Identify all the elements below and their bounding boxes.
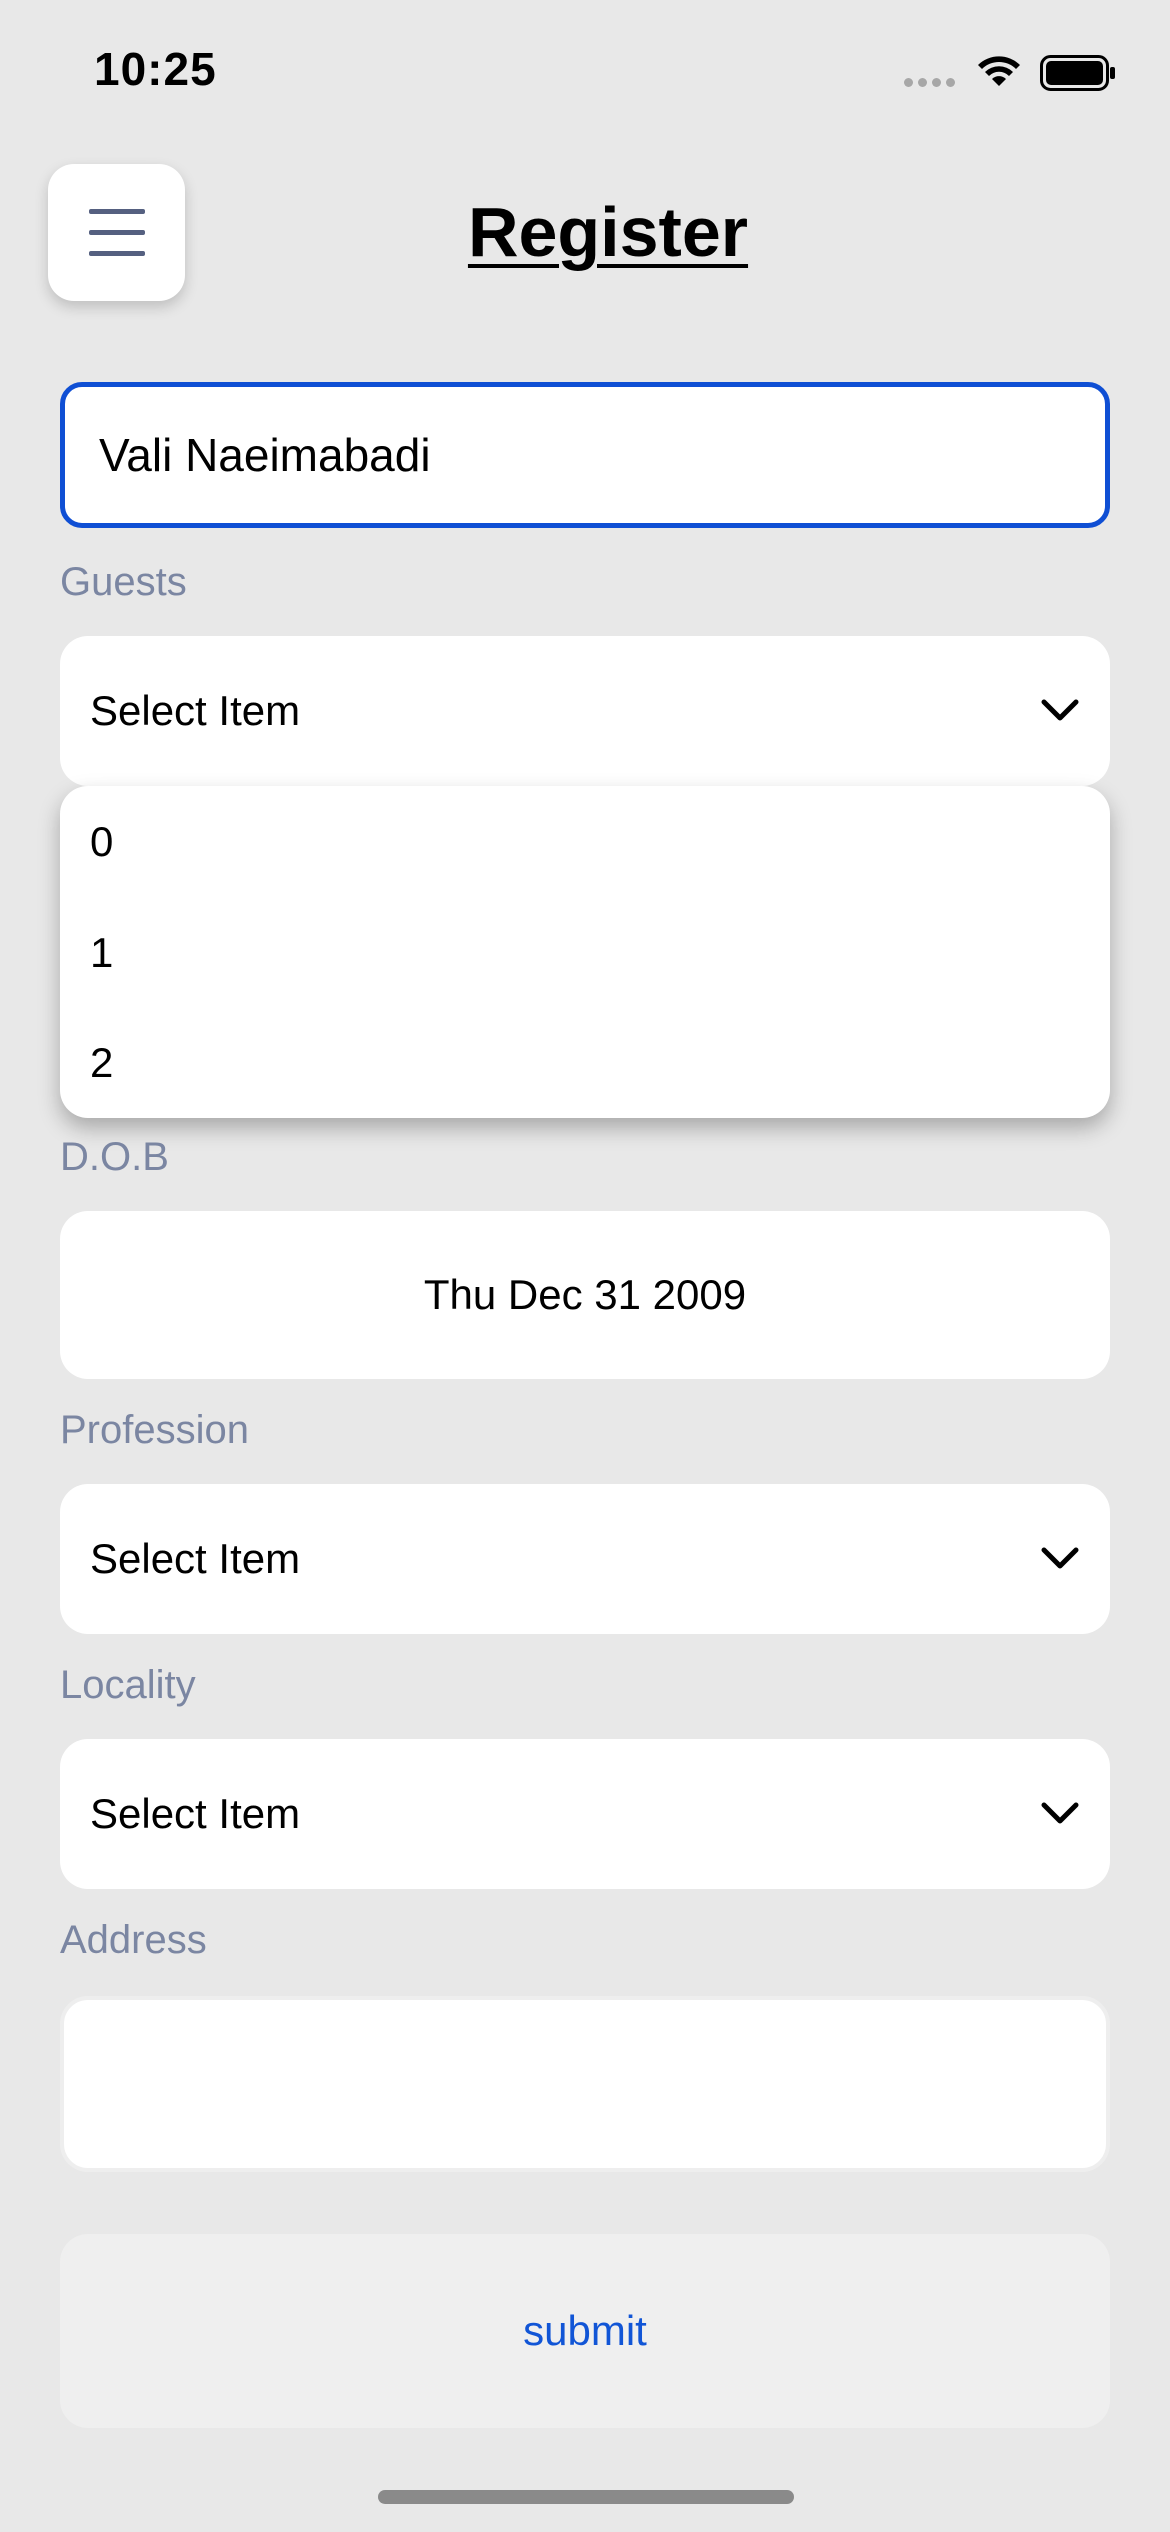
page-title: Register bbox=[467, 193, 749, 271]
chevron-down-icon bbox=[1041, 1547, 1079, 1569]
chevron-down-icon bbox=[1041, 699, 1079, 721]
submit-button[interactable]: submit bbox=[60, 2234, 1110, 2428]
home-indicator bbox=[378, 2490, 794, 2504]
chevron-down-icon bbox=[1041, 1802, 1079, 1824]
status-time: 10:25 bbox=[94, 43, 217, 95]
profession-select[interactable]: Select Item bbox=[60, 1484, 1110, 1634]
address-input[interactable] bbox=[60, 1996, 1110, 2172]
wifi-icon bbox=[978, 56, 1020, 86]
locality-select[interactable]: Select Item bbox=[60, 1739, 1110, 1889]
locality-select-value: Select Item bbox=[90, 1790, 301, 1837]
dob-value: Thu Dec 31 2009 bbox=[423, 1271, 747, 1318]
guests-select[interactable]: Select Item bbox=[60, 636, 1110, 786]
battery-icon bbox=[1040, 55, 1115, 91]
profession-select-value: Select Item bbox=[90, 1535, 301, 1582]
profession-label: Profession bbox=[60, 1408, 249, 1452]
submit-label: submit bbox=[523, 2307, 647, 2354]
dob-label: D.O.B bbox=[60, 1135, 169, 1179]
guests-select-value: Select Item bbox=[90, 687, 301, 734]
guests-label: Guests bbox=[60, 560, 187, 604]
address-label: Address bbox=[60, 1918, 207, 1962]
locality-label: Locality bbox=[60, 1663, 196, 1707]
name-input[interactable]: Vali Naeimabadi bbox=[60, 382, 1110, 528]
guests-dropdown-menu: 0 1 2 bbox=[60, 786, 1110, 1118]
cellular-signal-icon bbox=[904, 78, 955, 87]
guests-option-2[interactable]: 2 bbox=[60, 1008, 1110, 1118]
dob-picker[interactable]: Thu Dec 31 2009 bbox=[60, 1211, 1110, 1379]
guests-option-0[interactable]: 0 bbox=[60, 786, 1110, 898]
guests-option-1[interactable]: 1 bbox=[60, 898, 1110, 1008]
